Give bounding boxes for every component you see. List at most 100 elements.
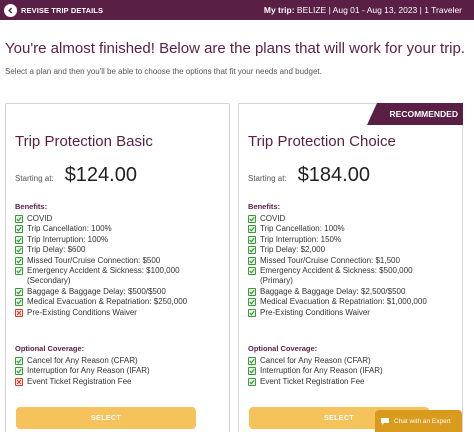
optional-coverage-list: Cancel for Any Reason (CFAR) Interruption… [15,356,150,387]
benefit-item: Emergency Accident & Sickness: $100,000 [15,266,187,276]
item-text: Trip Cancellation: 100% [27,224,112,234]
checkbox-checked-icon [15,287,23,296]
benefit-item: Trip Cancellation: 100% [15,224,187,234]
item-text: Missed Tour/Cruise Connection: $500 [27,255,161,265]
price-row: Starting at: $124.00 [15,164,137,187]
checkbox-checked-icon [15,298,23,307]
benefit-item: Baggage & Baggage Delay: $500/$500 [15,287,187,297]
benefit-item: Medical Evacuation & Repatriation: $1,00… [248,297,427,307]
item-text: Trip Cancellation: 100% [260,224,345,234]
trip-summary-lead: My trip: [263,5,295,15]
plan-title: Trip Protection Choice [248,133,396,150]
checkbox-checked-icon [15,357,23,365]
plan-title: Trip Protection Basic [15,133,153,150]
checkbox-checked-icon [248,225,256,234]
benefit-item: Baggage & Baggage Delay: $2,500/$500 [248,287,427,297]
checkbox-checked-icon [15,246,23,255]
optional-coverage-heading: Optional Coverage: [15,344,85,353]
checkbox-x-icon [15,377,23,386]
optional-coverage-item: Cancel for Any Reason (CFAR) [248,356,383,366]
benefit-item: Trip Interruption: 100% [15,235,187,245]
item-text: Interruption for Any Reason (IFAR) [27,366,150,376]
plan-card-choice: RECOMMENDED Trip Protection Choice Start… [238,103,463,432]
benefit-item: COVID [248,214,427,224]
checkbox-checked-icon [15,256,23,265]
item-text: Medical Evacuation & Repatriation: $250,… [27,297,188,307]
benefit-item: Trip Interruption: 150% [248,235,427,245]
benefit-item: (Secondary) [15,276,187,286]
item-text: Cancel for Any Reason (CFAR) [27,356,138,365]
recommended-badge: RECOMMENDED [367,103,463,125]
checkbox-checked-icon [15,215,23,223]
checkbox-checked-icon [248,256,256,265]
benefit-item: Emergency Accident & Sickness: $500,000 [248,266,427,276]
optional-coverage-heading: Optional Coverage: [248,344,318,353]
item-text: Medical Evacuation & Repatriation: $1,00… [260,297,427,307]
optional-coverage-list: Cancel for Any Reason (CFAR) Interruption… [248,356,383,387]
optional-coverage-item: Interruption for Any Reason (IFAR) [15,366,150,376]
item-text: Trip Delay: $600 [27,245,86,255]
optional-coverage-item: Cancel for Any Reason (CFAR) [15,356,150,366]
chat-bubble-icon [380,417,390,426]
optional-coverage-item: Event Ticket Registration Fee [248,377,383,387]
checkbox-checked-icon [15,235,23,244]
chat-with-expert-label: Chat with an Expert [394,417,451,425]
item-text: Baggage & Baggage Delay: $500/$500 [27,286,166,296]
page-headline: You're almost finished! Below are the pl… [5,40,466,57]
trip-summary: My trip: BELIZE | Aug 01 - Aug 13, 2023 … [264,0,462,20]
item-text: Event Ticket Registration Fee [27,376,132,386]
chat-with-expert-button[interactable]: Chat with an Expert [375,410,462,432]
checkbox-checked-icon [248,298,256,307]
page-subheadline: Select a plan and then you'll be able to… [5,67,322,76]
benefits-heading: Benefits: [15,202,48,211]
checkbox-checked-icon [248,357,256,365]
select-plan-button[interactable]: SELECT [16,407,196,429]
item-text: Event Ticket Registration Fee [260,376,365,386]
benefit-item: (Primary) [248,276,427,286]
checkbox-checked-icon [248,367,256,376]
benefit-item: Trip Delay: $600 [15,245,187,255]
benefit-item: Medical Evacuation & Repatriation: $250,… [15,297,187,307]
price-label: Starting at: [15,174,54,183]
item-text: COVID [27,214,53,223]
price-value: $184.00 [297,164,370,186]
checkbox-checked-icon [248,287,256,296]
item-text: Trip Delay: $2,000 [260,245,326,255]
price-label: Starting at: [248,174,287,183]
benefit-item: Missed Tour/Cruise Connection: $1,500 [248,256,427,266]
checkbox-checked-icon [248,235,256,244]
checkbox-checked-icon [248,246,256,255]
item-text: Trip Interruption: 100% [27,234,109,244]
checkbox-checked-icon [15,225,23,234]
price-row: Starting at: $184.00 [248,164,370,187]
benefit-item: COVID [15,214,187,224]
benefit-item: Pre-Existing Conditions Waiver [248,308,427,318]
benefit-item: Missed Tour/Cruise Connection: $500 [15,256,187,266]
item-text: Pre-Existing Conditions Waiver [260,307,370,317]
benefit-item: Pre-Existing Conditions Waiver [15,308,187,318]
item-text: Emergency Accident & Sickness: $500,000 [260,266,413,276]
revise-trip-details-button[interactable]: REVISE TRIP DETAILS [0,0,103,20]
checkbox-checked-icon [248,308,256,317]
item-text: Pre-Existing Conditions Waiver [27,307,137,317]
benefits-heading: Benefits: [248,202,281,211]
checkbox-checked-icon [248,267,256,276]
benefits-list: COVID Trip Cancellation: 100% Trip Interru… [248,214,427,318]
top-bar: REVISE TRIP DETAILS My trip: BELIZE | Au… [0,0,474,20]
checkbox-checked-icon [248,215,256,223]
benefit-item: Trip Cancellation: 100% [248,224,427,234]
item-text: Baggage & Baggage Delay: $2,500/$500 [260,286,406,296]
optional-coverage-item: Interruption for Any Reason (IFAR) [248,366,383,376]
plan-card-basic: Trip Protection Basic Starting at: $124.… [5,103,230,432]
item-text: Emergency Accident & Sickness: $100,000 [27,266,180,276]
checkbox-checked-icon [15,367,23,376]
optional-coverage-item: Event Ticket Registration Fee [15,377,150,387]
benefit-item: Trip Delay: $2,000 [248,245,427,255]
trip-summary-details: BELIZE | Aug 01 - Aug 13, 2023 | 1 Trave… [294,5,462,15]
checkbox-checked-icon [15,267,23,276]
item-text: Cancel for Any Reason (CFAR) [260,356,371,365]
item-text: Missed Tour/Cruise Connection: $1,500 [260,255,400,265]
item-text: COVID [260,214,286,223]
